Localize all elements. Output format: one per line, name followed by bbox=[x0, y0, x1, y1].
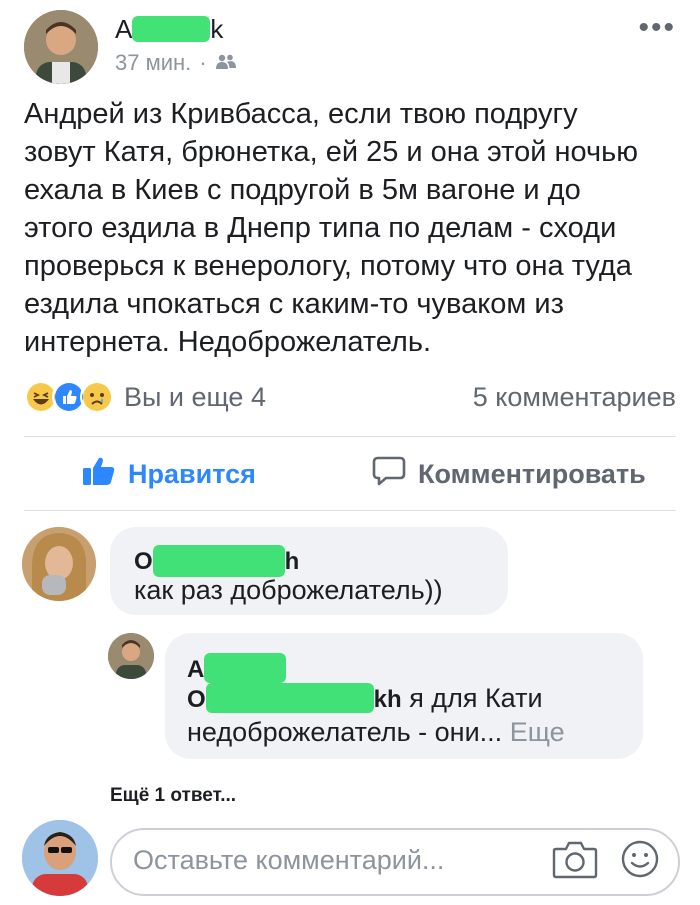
sad-icon bbox=[80, 380, 114, 414]
like-button[interactable]: Нравится bbox=[82, 455, 256, 494]
reply-author[interactable]: A bbox=[187, 653, 287, 684]
author-avatar[interactable] bbox=[24, 10, 98, 84]
post-text: Андрей из Кривбасса, если твою подругу з… bbox=[24, 98, 638, 358]
divider bbox=[24, 510, 676, 511]
meta-separator: · bbox=[199, 50, 207, 75]
redaction-mask bbox=[205, 683, 374, 713]
replier-avatar[interactable] bbox=[108, 633, 154, 679]
thumbs-up-icon bbox=[82, 455, 116, 494]
commenter-avatar[interactable] bbox=[22, 527, 96, 601]
comment-text: как раз доброжелатель)) bbox=[134, 575, 443, 605]
divider bbox=[24, 436, 676, 437]
friends-icon bbox=[215, 50, 237, 76]
mention-end[interactable]: kh bbox=[374, 686, 402, 713]
redaction-mask bbox=[204, 653, 287, 683]
redaction-mask bbox=[132, 16, 211, 42]
more-replies-link[interactable]: Ещё 1 ответ... bbox=[110, 785, 236, 807]
reply-bubble[interactable]: A Okh я для Кати недоброжелатель - они..… bbox=[165, 633, 643, 759]
speech-bubble-icon bbox=[372, 455, 406, 494]
comment-placeholder: Оставьте комментарий... bbox=[133, 845, 445, 875]
see-more-link[interactable]: Еще bbox=[510, 717, 565, 747]
reactions-summary[interactable]: Вы и еще 4 bbox=[24, 380, 266, 414]
reply-text-line2: недоброжелатель - они... Еще bbox=[187, 715, 565, 749]
author-name[interactable]: Ak bbox=[115, 14, 223, 44]
comment-button[interactable]: Комментировать bbox=[372, 455, 646, 494]
camera-icon[interactable] bbox=[552, 838, 598, 885]
smile-icon[interactable] bbox=[620, 839, 660, 884]
reply-text-truncated: недоброжелатель - они... bbox=[187, 717, 503, 747]
post-time[interactable]: 37 мин. bbox=[115, 50, 191, 76]
reply-text-after-mention: я для Кати bbox=[401, 683, 543, 713]
ellipsis-icon[interactable]: ••• bbox=[638, 13, 676, 43]
comment-bubble[interactable]: Oh как раз доброжелатель)) bbox=[110, 527, 508, 615]
comment-author-end: h bbox=[284, 548, 300, 575]
reply-text-line1: Okh я для Кати bbox=[187, 681, 543, 717]
comment-author-start: O bbox=[134, 548, 153, 575]
comment-label: Комментировать bbox=[418, 459, 646, 489]
comments-count[interactable]: 5 комментариев bbox=[473, 382, 676, 413]
my-avatar bbox=[22, 820, 98, 896]
author-name-end: k bbox=[210, 14, 224, 44]
reply-author-start: A bbox=[187, 656, 205, 683]
like-label: Нравится bbox=[128, 459, 256, 489]
reactions-text: Вы и еще 4 bbox=[124, 381, 266, 412]
mention-start[interactable]: O bbox=[187, 686, 206, 713]
post-meta: 37 мин. · bbox=[115, 50, 237, 76]
author-name-start: A bbox=[115, 14, 133, 44]
